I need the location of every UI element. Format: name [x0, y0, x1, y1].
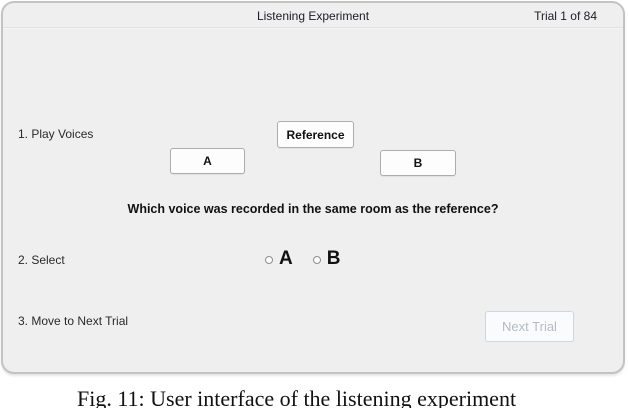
step-move-next-label: 3. Move to Next Trial: [18, 314, 128, 328]
experiment-window: Listening Experiment Trial 1 of 84 1. Pl…: [1, 1, 625, 374]
radio-option-b[interactable]: B: [313, 249, 341, 268]
reference-button[interactable]: Reference: [277, 121, 354, 148]
radio-b-label: B: [327, 249, 341, 268]
radio-option-a[interactable]: A: [265, 249, 293, 268]
radio-b-circle-icon[interactable]: [313, 256, 321, 264]
voice-b-button[interactable]: B: [380, 150, 456, 176]
radio-a-circle-icon[interactable]: [265, 256, 273, 264]
figure-caption: Fig. 11: User interface of the listening…: [77, 386, 516, 408]
radio-a-label: A: [279, 249, 293, 268]
next-trial-button[interactable]: Next Trial: [485, 311, 574, 342]
window-title: Listening Experiment: [3, 9, 623, 23]
trial-counter: Trial 1 of 84: [534, 9, 597, 23]
step-play-voices-label: 1. Play Voices: [18, 127, 93, 141]
step-select-label: 2. Select: [18, 253, 65, 267]
figure-area: Listening Experiment Trial 1 of 84 1. Pl…: [0, 0, 628, 408]
voice-a-button[interactable]: A: [170, 148, 245, 174]
question-text: Which voice was recorded in the same roo…: [3, 202, 623, 216]
answer-radio-group: A B: [265, 249, 340, 268]
header-divider: [3, 27, 623, 29]
